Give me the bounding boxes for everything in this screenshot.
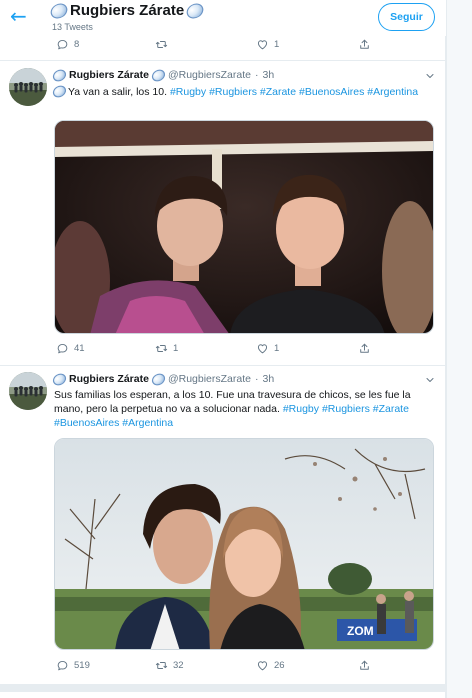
like-count: 1 [274, 343, 280, 354]
like-count: 26 [274, 660, 285, 671]
hashtag[interactable]: #Argentina [122, 417, 173, 429]
reply-action[interactable]: 8 [56, 38, 79, 51]
profile-title: Rugbiers Zárate [47, 0, 207, 21]
tweet-text: Ya van a salir, los 10. #Rugby #Rugbiers… [50, 83, 430, 100]
rugby-ball-icon [50, 83, 69, 100]
retweet-action[interactable]: 32 [155, 659, 184, 672]
photo-couple-outdoors: ZOM [55, 439, 433, 649]
avatar[interactable] [9, 372, 47, 410]
reply-action[interactable]: 519 [56, 659, 90, 672]
follow-button[interactable]: Seguir [378, 3, 435, 31]
rugby-ball-icon [149, 370, 168, 388]
tweet-actions: 519 32 26 [0, 659, 446, 675]
tweet-count: 13 Tweets [52, 22, 93, 32]
hashtag[interactable]: #Rugbiers [322, 403, 370, 415]
separator: · [254, 373, 259, 385]
photo-two-boys [55, 121, 433, 333]
hashtag[interactable]: #Zarate [260, 86, 296, 98]
speech-bubble-icon [56, 38, 69, 51]
author-handle[interactable]: @RugbiersZarate [168, 373, 251, 385]
rugby-ball-icon [50, 66, 69, 84]
reply-action[interactable]: 41 [56, 342, 85, 355]
author-name[interactable]: Rugbiers Zárate [69, 373, 149, 385]
tweet-photo[interactable] [54, 120, 434, 334]
profile-name: Rugbiers Zárate [70, 2, 185, 19]
chevron-down-icon[interactable] [424, 70, 436, 82]
section-divider [0, 684, 446, 692]
chevron-down-icon[interactable] [424, 374, 436, 386]
tweet-actions: 41 1 1 [0, 342, 446, 358]
hashtag[interactable]: #BuenosAires [299, 86, 364, 98]
share-icon [358, 38, 371, 51]
retweet-icon [155, 342, 168, 355]
retweet-count: 1 [173, 343, 179, 354]
rugby-ball-icon [50, 370, 69, 388]
hashtag[interactable]: #Zarate [373, 403, 409, 415]
share-icon [358, 659, 371, 672]
retweet-action[interactable] [155, 38, 173, 51]
hashtag[interactable]: #BuenosAires [54, 417, 119, 429]
avatar[interactable] [9, 68, 47, 106]
reply-count: 41 [74, 343, 85, 354]
reply-count: 519 [74, 660, 90, 671]
timestamp[interactable]: 3h [262, 373, 274, 385]
heart-icon [256, 38, 269, 51]
rugby-ball-icon [184, 0, 207, 21]
hashtag[interactable]: #Rugby [170, 86, 206, 98]
heart-icon [256, 342, 269, 355]
speech-bubble-icon [56, 659, 69, 672]
like-action[interactable]: 1 [256, 38, 279, 51]
author-handle[interactable]: @RugbiersZarate [168, 69, 251, 81]
hashtag[interactable]: #Rugby [283, 403, 319, 415]
like-count: 1 [274, 39, 280, 50]
prev-tweet-actions: 8 1 [0, 38, 446, 54]
share-action[interactable] [358, 659, 371, 672]
like-action[interactable]: 1 [256, 342, 279, 355]
like-action[interactable]: 26 [256, 659, 285, 672]
rugby-ball-icon [149, 66, 168, 84]
tweet-header: Rugbiers Zárate @RugbiersZarate · 3h [50, 66, 274, 84]
tweet[interactable]: Rugbiers Zárate @RugbiersZarate · 3h Ya … [0, 61, 446, 367]
hashtag[interactable]: #Argentina [367, 86, 418, 98]
share-action[interactable] [358, 342, 371, 355]
share-action[interactable] [358, 38, 371, 51]
banner-sign: ZOM [347, 624, 374, 638]
speech-bubble-icon [56, 342, 69, 355]
hashtag[interactable]: #Rugbiers [209, 86, 257, 98]
reply-count: 8 [74, 39, 80, 50]
tweet-header: Rugbiers Zárate @RugbiersZarate · 3h [50, 370, 274, 388]
tweet[interactable]: Rugbiers Zárate @RugbiersZarate · 3h Sus… [0, 366, 446, 684]
retweet-action[interactable]: 1 [155, 342, 178, 355]
tweet-body: Ya van a salir, los 10. [68, 86, 168, 98]
author-name[interactable]: Rugbiers Zárate [69, 69, 149, 81]
separator: · [254, 69, 259, 81]
timestamp[interactable]: 3h [262, 69, 274, 81]
profile-header: ← Rugbiers Zárate 13 Tweets Seguir [0, 0, 446, 36]
retweet-count: 32 [173, 660, 184, 671]
share-icon [358, 342, 371, 355]
retweet-icon [155, 38, 168, 51]
right-rail [446, 0, 472, 698]
arrow-left-icon[interactable]: ← [10, 6, 32, 28]
heart-icon [256, 659, 269, 672]
rugby-ball-icon [47, 0, 71, 21]
retweet-icon [155, 659, 168, 672]
tweet-text: Sus familias los esperan, a los 10. Fue … [54, 388, 430, 430]
timeline-column: ← Rugbiers Zárate 13 Tweets Seguir 8 1 R… [0, 0, 446, 698]
tweet-photo[interactable]: ZOM [54, 438, 434, 650]
